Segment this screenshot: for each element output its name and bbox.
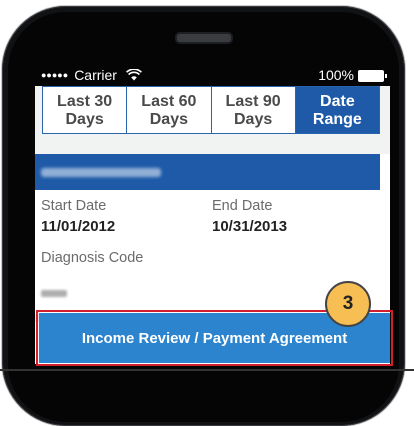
diagnosis-code-label: Diagnosis Code — [41, 250, 144, 266]
wifi-icon — [126, 69, 142, 81]
tab-last-30-days[interactable]: Last 30 Days — [43, 87, 128, 133]
start-date-label: Start Date — [41, 198, 107, 214]
signal-strength-icon: ●●●●● — [41, 70, 69, 80]
tab-label-line1: Last 60 — [141, 93, 197, 110]
date-range-tabs: Last 30 Days Last 60 Days Last 90 Days Date… — [42, 86, 380, 134]
tab-label-line1: Date — [320, 93, 355, 110]
tab-last-90-days[interactable]: Last 90 Days — [212, 87, 296, 133]
tab-date-range[interactable]: Date Range — [295, 87, 379, 133]
tab-label-line1: Last 30 — [57, 93, 113, 110]
tab-label-line2: Range — [312, 111, 362, 128]
battery-icon — [358, 70, 387, 82]
status-bar: ●●●●● Carrier 100% — [35, 64, 390, 86]
battery-percent: 100% — [318, 67, 354, 83]
redacted-diagnosis-code — [41, 290, 67, 297]
status-left: ●●●●● Carrier — [41, 67, 142, 83]
tab-label-line1: Last 90 — [225, 93, 281, 110]
record-card-header — [35, 154, 380, 190]
tab-label-line2: Days — [65, 111, 104, 128]
tab-last-60-days[interactable]: Last 60 Days — [127, 87, 212, 133]
start-date-value: 11/01/2012 — [41, 218, 116, 235]
end-date-value: 10/31/2013 — [212, 218, 288, 235]
carrier-name: Carrier — [74, 67, 117, 83]
bottom-divider-line — [0, 369, 414, 371]
tab-label-line2: Days — [233, 111, 273, 128]
phone-speaker — [175, 32, 233, 44]
redacted-patient-name — [41, 168, 161, 177]
step-number-badge: 3 — [325, 281, 371, 327]
end-date-label: End Date — [212, 198, 273, 214]
tab-label-line2: Days — [149, 111, 188, 128]
